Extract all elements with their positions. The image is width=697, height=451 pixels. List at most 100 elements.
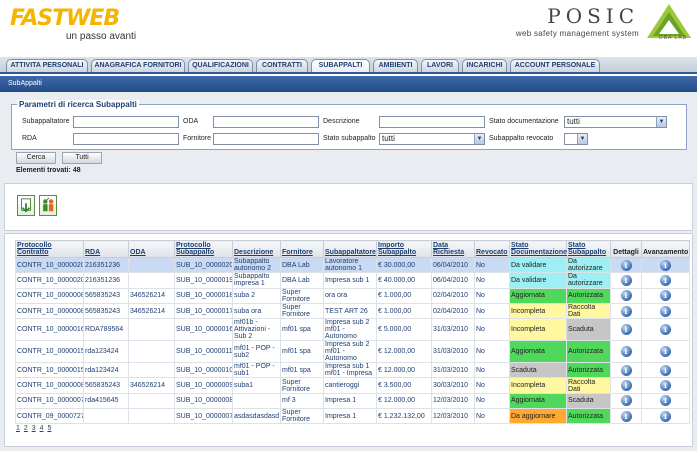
header-subappaltatore[interactable]: Subappaltatore	[323, 240, 377, 258]
progress-info-icon[interactable]: i	[660, 259, 671, 271]
cell-protocollo-subappalto[interactable]: SUB_10_0000007	[174, 408, 233, 425]
tab-lavori[interactable]: LAVORI	[421, 59, 459, 72]
cell-protocollo-subappalto[interactable]: SUB_10_0000009	[174, 377, 233, 394]
progress-info-icon[interactable]: i	[660, 324, 671, 336]
cell-fornitore: DBA Lab	[280, 272, 324, 289]
actions-toolbar	[4, 183, 693, 231]
table-row[interactable]: CONTR_10_0000015 rda123424 SUB_10_0000011 m…	[15, 340, 690, 364]
cell-revocato: No	[474, 318, 510, 342]
tab-incarichi[interactable]: INCARICHI	[462, 59, 507, 72]
stato-subappalto-select[interactable]: tutti ▼	[379, 133, 485, 145]
cell-protocollo-contratto[interactable]: CONTR_10_0000015	[15, 340, 84, 364]
cell-protocollo-contratto[interactable]: CONTR_10_0000020	[15, 272, 84, 289]
table-row[interactable]: CONTR_10_0000015 rda123424 SUB_10_0000010 m…	[15, 362, 690, 379]
details-info-icon[interactable]: i	[620, 410, 632, 422]
header-fornitore[interactable]: Fornitore	[280, 240, 324, 258]
header-descrizione[interactable]: Descrizione	[232, 240, 281, 258]
cell-subappaltatore: Impresa sub 1 mf01 - Impresa	[323, 362, 377, 379]
progress-info-icon[interactable]: i	[660, 305, 671, 317]
tab-qualificazioni[interactable]: QUALIFICAZIONI	[188, 59, 253, 72]
cell-protocollo-subappalto[interactable]: SUB_10_0000010	[174, 362, 233, 379]
cell-protocollo-subappalto[interactable]: SUB_10_0000017	[174, 302, 233, 320]
header-data-richiesta[interactable]: Data Richiesta	[431, 240, 475, 258]
page-link-3[interactable]: 3	[32, 425, 36, 432]
details-info-icon[interactable]: i	[620, 364, 632, 376]
cell-protocollo-contratto[interactable]: CONTR_10_0000015	[15, 362, 84, 379]
show-all-button[interactable]: Tutti	[62, 152, 102, 164]
header-stato-subappalto[interactable]: Stato Subappalto	[566, 240, 611, 258]
chevron-down-icon[interactable]: ▼	[656, 117, 666, 127]
table-row[interactable]: CONTR_10_0000016 RDA789564 SUB_10_0000016 m…	[15, 318, 690, 342]
progress-info-icon[interactable]: i	[660, 380, 671, 392]
details-info-icon[interactable]: i	[620, 380, 632, 392]
progress-info-icon[interactable]: i	[660, 395, 671, 407]
details-info-icon[interactable]: i	[620, 259, 632, 271]
oda-input[interactable]	[213, 116, 319, 128]
cell-protocollo-subappalto[interactable]: SUB_10_0000008	[174, 392, 233, 410]
progress-info-icon[interactable]: i	[660, 410, 671, 422]
table-row[interactable]: CONTR_10_0000008 565835243 346526214 SUB_10…	[15, 302, 690, 320]
label-stato-documentazione: Stato documentazione	[489, 118, 559, 125]
descrizione-input[interactable]	[379, 116, 485, 128]
fornitore-input[interactable]	[213, 133, 319, 145]
details-info-icon[interactable]: i	[620, 346, 632, 358]
progress-info-icon[interactable]: i	[660, 290, 671, 302]
cell-protocollo-contratto[interactable]: CONTR_10_0000008	[15, 302, 84, 320]
table-row[interactable]: CONTR_10_0000020 216351236 SUB_10_0000019 S…	[15, 272, 690, 289]
table-row[interactable]: CONTR_10_0000008 565835243 346526214 SUB_10…	[15, 287, 690, 304]
header-revocato[interactable]: Revocato	[474, 240, 510, 258]
cell-protocollo-contratto[interactable]: CONTR_10_0000008	[15, 287, 84, 304]
cell-oda	[128, 272, 175, 289]
header-importo[interactable]: Importo Subappalto	[376, 240, 432, 258]
rda-input[interactable]	[73, 133, 179, 145]
cell-revocato: No	[474, 362, 510, 379]
details-info-icon[interactable]: i	[620, 305, 632, 317]
page-link-5[interactable]: 5	[47, 425, 51, 432]
cell-protocollo-subappalto[interactable]: SUB_10_0000016	[174, 318, 233, 342]
subappalto-revocato-select[interactable]: ▼	[564, 133, 588, 145]
table-row[interactable]: CONTR_09_0000727 SUB_10_0000007 asdasdasda…	[15, 408, 690, 425]
tab-anagrafica-fornitori[interactable]: ANAGRAFICA FORNITORI	[91, 59, 185, 72]
tab-subappalti[interactable]: SUBAPPALTI	[311, 59, 370, 72]
cell-stato-documentazione: Incompleta	[509, 302, 567, 320]
details-info-icon[interactable]: i	[620, 395, 632, 407]
cell-protocollo-contratto[interactable]: CONTR_10_0000008	[15, 377, 84, 394]
cell-protocollo-contratto[interactable]: CONTR_10_0000007	[15, 392, 84, 410]
table-row[interactable]: CONTR_10_0000020 216351236 SUB_10_0000020 S…	[15, 256, 690, 274]
page-link-1[interactable]: 1	[16, 425, 20, 432]
cell-protocollo-contratto[interactable]: CONTR_10_0000020	[15, 256, 84, 274]
chevron-down-icon[interactable]: ▼	[474, 134, 484, 144]
header-protocollo-subappalto[interactable]: Protocollo Subappalto	[174, 240, 233, 258]
details-info-icon[interactable]: i	[620, 274, 632, 286]
details-info-icon[interactable]: i	[620, 290, 632, 302]
progress-info-icon[interactable]: i	[660, 364, 671, 376]
chevron-down-icon[interactable]: ▼	[577, 134, 587, 144]
header-oda[interactable]: ODA	[128, 240, 175, 258]
tab-contratti[interactable]: CONTRATTI	[256, 59, 308, 72]
cell-importo: € 12.000,00	[376, 362, 432, 379]
header-rda[interactable]: RDA	[83, 240, 129, 258]
progress-info-icon[interactable]: i	[660, 346, 671, 358]
page-link-2[interactable]: 2	[24, 425, 28, 432]
tab-attivita-personali[interactable]: ATTIVITA PERSONALI	[6, 59, 88, 72]
new-document-icon[interactable]	[17, 195, 35, 216]
tab-ambienti[interactable]: AMBIENTI	[373, 59, 418, 72]
cell-protocollo-subappalto[interactable]: SUB_10_0000011	[174, 340, 233, 364]
details-info-icon[interactable]: i	[620, 324, 632, 336]
progress-info-icon[interactable]: i	[660, 274, 671, 286]
users-transfer-icon[interactable]	[39, 195, 57, 216]
cell-protocollo-contratto[interactable]: CONTR_10_0000016	[15, 318, 84, 342]
stato-documentazione-select[interactable]: tutti ▼	[564, 116, 667, 128]
cell-protocollo-subappalto[interactable]: SUB_10_0000020	[174, 256, 233, 274]
cell-protocollo-contratto[interactable]: CONTR_09_0000727	[15, 408, 84, 425]
page-link-4[interactable]: 4	[40, 425, 44, 432]
cell-protocollo-subappalto[interactable]: SUB_10_0000019	[174, 272, 233, 289]
tab-account-personale[interactable]: ACCOUNT PERSONALE	[510, 59, 600, 72]
search-button[interactable]: Cerca	[16, 152, 56, 164]
header-stato-documentazione[interactable]: Stato Documentazione	[509, 240, 567, 258]
table-row[interactable]: CONTR_10_0000008 565835243 346526214 SUB_10…	[15, 377, 690, 394]
table-row[interactable]: CONTR_10_0000007 rda415645 SUB_10_0000008 m…	[15, 392, 690, 410]
header-protocollo-contratto[interactable]: Protocollo Contratto	[15, 240, 84, 258]
cell-protocollo-subappalto[interactable]: SUB_10_0000018	[174, 287, 233, 304]
subappaltatore-input[interactable]	[73, 116, 179, 128]
